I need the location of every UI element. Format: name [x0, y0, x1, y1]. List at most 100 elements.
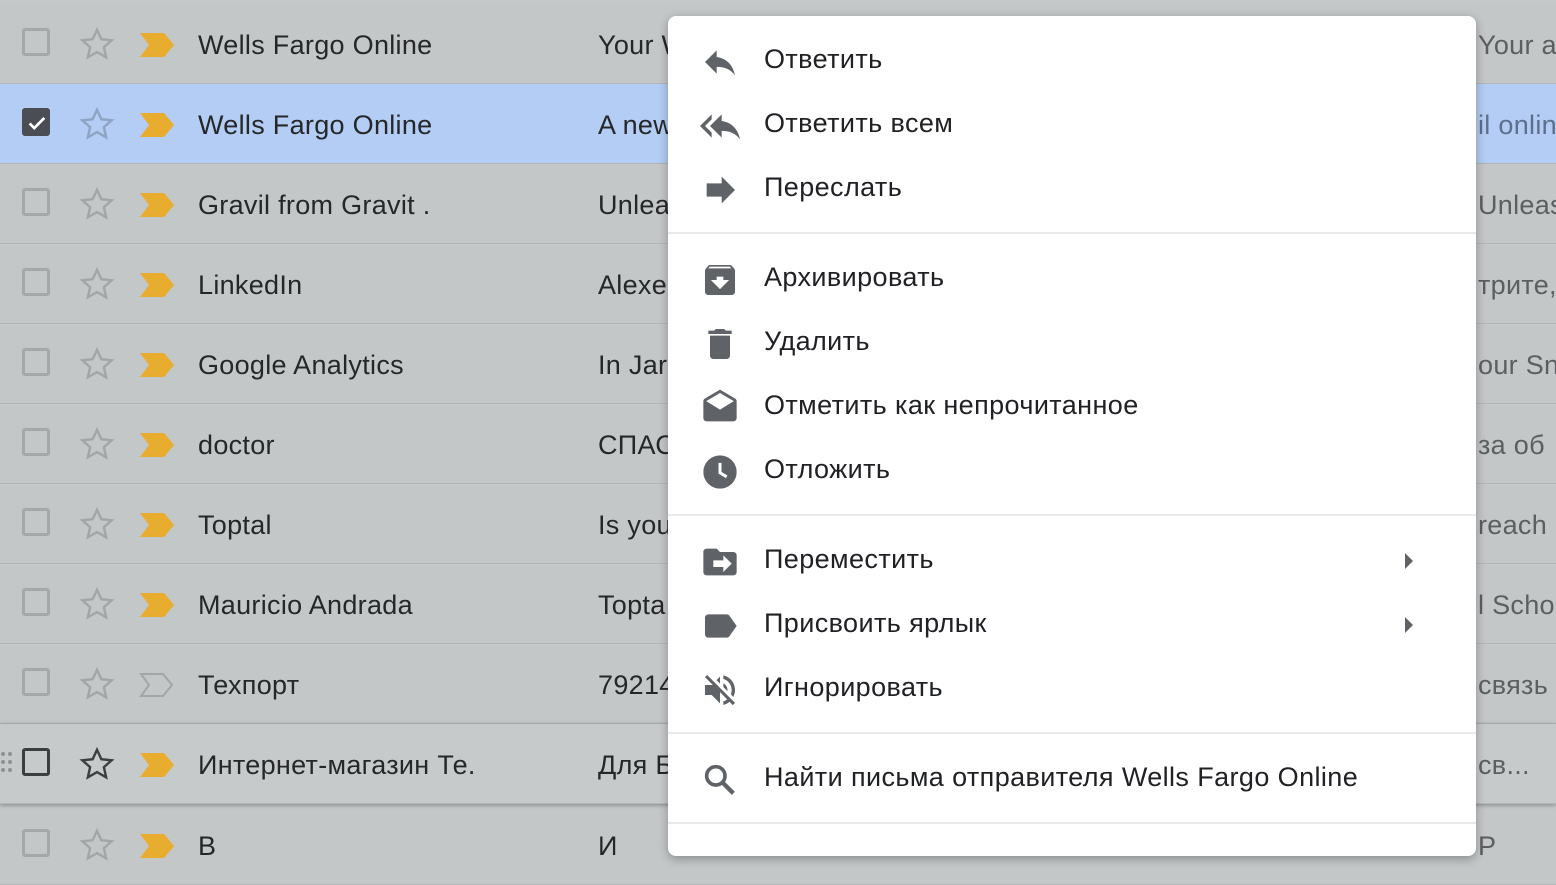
email-sender: doctor — [198, 430, 275, 461]
email-sender: Toptal — [198, 510, 272, 541]
menu-item-label: Игнорировать — [764, 672, 943, 703]
trash-icon — [700, 324, 740, 364]
reply-icon — [700, 42, 740, 82]
clock-icon — [700, 452, 740, 492]
menu-item-find-from-sender[interactable]: Найти письма отправителя Wells Fargo Onl… — [668, 748, 1476, 810]
email-snippet: Р — [1478, 831, 1496, 862]
email-sender: LinkedIn — [198, 270, 302, 301]
menu-item-move[interactable]: Переместить — [668, 530, 1476, 592]
row-checkbox[interactable] — [22, 268, 50, 296]
email-snippet: il onlin — [1478, 110, 1556, 141]
email-snippet: трите, — [1478, 270, 1556, 301]
row-checkbox[interactable] — [22, 588, 50, 616]
menu-divider — [668, 822, 1476, 824]
menu-item-label: Переместить — [764, 544, 934, 575]
email-subject: Is you — [598, 510, 672, 541]
email-sender: В — [198, 831, 216, 862]
label-icon — [700, 606, 740, 646]
context-menu: Ответить Ответить всем Переслать Архивир… — [668, 16, 1476, 856]
menu-item-label-as[interactable]: Присвоить ярлык — [668, 594, 1476, 656]
menu-item-label: Ответить всем — [764, 108, 953, 139]
important-marker-icon[interactable] — [138, 512, 176, 538]
email-sender: Google Analytics — [198, 350, 404, 381]
menu-item-mute[interactable]: Игнорировать — [668, 658, 1476, 720]
important-marker-icon[interactable] — [138, 432, 176, 458]
email-subject: 79214 — [598, 670, 675, 701]
reply-all-icon — [700, 106, 740, 146]
email-sender: Wells Fargo Online — [198, 30, 433, 61]
star-icon[interactable] — [79, 827, 115, 863]
star-icon[interactable] — [79, 666, 115, 702]
menu-item-label: Удалить — [764, 326, 870, 357]
email-subject: Для Б — [598, 750, 673, 781]
email-snippet: our Sn — [1478, 350, 1556, 381]
email-snippet: за об — [1478, 430, 1545, 461]
email-snippet: св... — [1478, 750, 1530, 781]
move-to-folder-icon — [700, 542, 740, 582]
menu-item-snooze[interactable]: Отложить — [668, 440, 1476, 502]
menu-item-delete[interactable]: Удалить — [668, 312, 1476, 374]
important-marker-icon[interactable] — [138, 112, 176, 138]
email-subject: И — [598, 831, 618, 862]
archive-icon — [700, 260, 740, 300]
star-icon[interactable] — [79, 26, 115, 62]
email-snippet: l Scho — [1478, 590, 1555, 621]
important-marker-icon[interactable] — [138, 752, 176, 778]
row-checkbox[interactable] — [22, 428, 50, 456]
row-checkbox[interactable] — [22, 348, 50, 376]
menu-divider — [668, 232, 1476, 234]
menu-item-label: Найти письма отправителя Wells Fargo Onl… — [764, 762, 1358, 793]
menu-item-label: Отметить как непрочитанное — [764, 390, 1139, 421]
email-subject: A new — [598, 110, 673, 141]
star-icon[interactable] — [79, 106, 115, 142]
menu-item-forward[interactable]: Переслать — [668, 158, 1476, 220]
menu-item-reply[interactable]: Ответить — [668, 30, 1476, 92]
email-snippet: reach — [1478, 510, 1547, 541]
important-marker-outline-icon[interactable] — [138, 672, 176, 698]
email-subject: Topta — [598, 590, 666, 621]
important-marker-icon[interactable] — [138, 352, 176, 378]
search-icon — [700, 760, 740, 800]
row-checkbox[interactable] — [22, 748, 50, 776]
email-snippet: Your ac — [1478, 30, 1556, 61]
important-marker-icon[interactable] — [138, 833, 176, 859]
row-checkbox[interactable] — [22, 829, 50, 857]
important-marker-icon[interactable] — [138, 32, 176, 58]
menu-divider — [668, 514, 1476, 516]
email-sender: Mauricio Andrada — [198, 590, 413, 621]
submenu-arrow-icon — [1402, 552, 1416, 570]
menu-item-label: Отложить — [764, 454, 890, 485]
checkmark-icon — [26, 112, 48, 134]
email-snippet: Unleas — [1478, 190, 1556, 221]
star-icon[interactable] — [79, 506, 115, 542]
star-icon[interactable] — [79, 426, 115, 462]
submenu-arrow-icon — [1402, 616, 1416, 634]
star-icon[interactable] — [79, 346, 115, 382]
star-icon[interactable] — [79, 746, 115, 782]
mute-icon — [700, 670, 740, 710]
row-checkbox[interactable] — [22, 668, 50, 696]
email-sender: Wells Fargo Online — [198, 110, 433, 141]
email-sender: Интернет-магазин Те. — [198, 750, 476, 781]
menu-item-mark-unread[interactable]: Отметить как непрочитанное — [668, 376, 1476, 438]
mark-unread-icon — [700, 388, 740, 428]
star-icon[interactable] — [79, 586, 115, 622]
email-subject: СПАС — [598, 430, 675, 461]
important-marker-icon[interactable] — [138, 192, 176, 218]
row-checkbox[interactable] — [22, 108, 50, 136]
star-icon[interactable] — [79, 186, 115, 222]
drag-handle-icon[interactable] — [0, 750, 14, 778]
menu-item-reply-all[interactable]: Ответить всем — [668, 94, 1476, 156]
menu-item-archive[interactable]: Архивировать — [668, 248, 1476, 310]
menu-item-label: Присвоить ярлык — [764, 608, 987, 639]
email-subject: In Jar — [598, 350, 667, 381]
email-sender: Gravil from Gravit . — [198, 190, 431, 221]
row-checkbox[interactable] — [22, 188, 50, 216]
row-checkbox[interactable] — [22, 508, 50, 536]
menu-item-label: Архивировать — [764, 262, 944, 293]
star-icon[interactable] — [79, 266, 115, 302]
important-marker-icon[interactable] — [138, 272, 176, 298]
important-marker-icon[interactable] — [138, 592, 176, 618]
email-subject: Unlea — [598, 190, 670, 221]
row-checkbox[interactable] — [22, 28, 50, 56]
